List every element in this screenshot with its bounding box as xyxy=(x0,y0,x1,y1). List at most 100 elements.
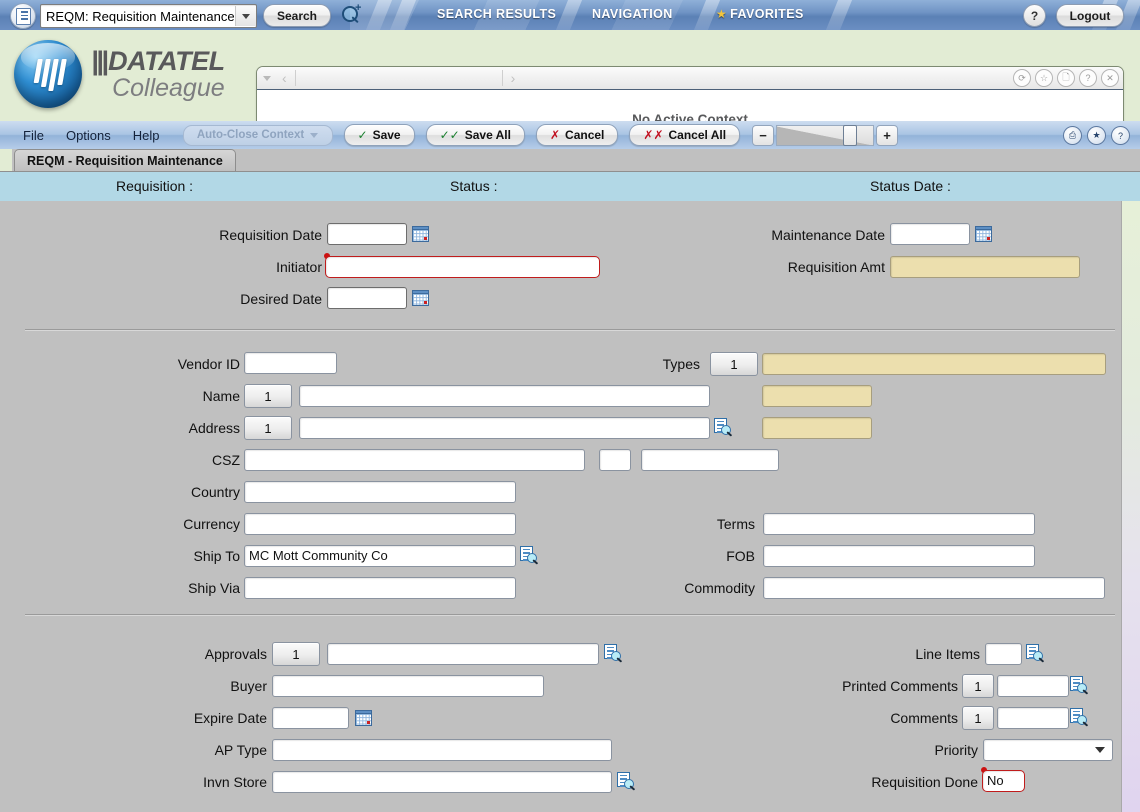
copy-icon[interactable]: 🗋 xyxy=(1057,69,1075,87)
initiator-input[interactable] xyxy=(325,256,600,278)
nav-search-results[interactable]: SEARCH RESULTS xyxy=(437,7,556,23)
help-button[interactable]: ? xyxy=(1023,4,1046,27)
menu-options[interactable]: Options xyxy=(55,128,122,143)
context-next-button[interactable]: › xyxy=(506,70,521,86)
commodity-input[interactable] xyxy=(763,577,1105,599)
desired-date-input[interactable] xyxy=(327,287,407,309)
requisition-date-label: Requisition Date xyxy=(219,227,322,243)
zoom-slider[interactable]: − + xyxy=(752,124,899,146)
context-form-dropdown-arrow[interactable] xyxy=(235,6,256,26)
approvals-input[interactable] xyxy=(327,643,599,665)
topbar-divider-3 xyxy=(555,0,583,30)
approvals-counter[interactable]: 1 xyxy=(272,642,320,666)
currency-input[interactable] xyxy=(244,513,516,535)
status-status-label: Status : xyxy=(450,178,498,194)
maintenance-date-label: Maintenance Date xyxy=(771,227,885,243)
favorite-star-icon[interactable]: ☆ xyxy=(1035,69,1053,87)
search-zoom-icon[interactable]: + xyxy=(341,3,365,26)
ship-to-input[interactable]: MC Mott Community Co xyxy=(244,545,516,567)
cancel-all-button[interactable]: ✗✗ Cancel All xyxy=(629,124,741,146)
cancel-button[interactable]: ✗ Cancel xyxy=(535,124,619,146)
vendor-id-input[interactable] xyxy=(244,352,337,374)
ship-to-label: Ship To xyxy=(193,548,240,564)
zoom-slider-track[interactable] xyxy=(776,124,875,146)
logout-button[interactable]: Logout xyxy=(1056,4,1124,27)
ap-type-input[interactable] xyxy=(272,739,612,761)
detail-lookup-icon[interactable] xyxy=(1026,644,1045,663)
buyer-input[interactable] xyxy=(272,675,544,697)
print-icon[interactable]: ⎙ xyxy=(1063,126,1082,145)
printed-comments-counter[interactable]: 1 xyxy=(962,674,994,698)
close-icon[interactable]: ✕ xyxy=(1101,69,1119,87)
name-secondary-value xyxy=(762,385,872,407)
requisition-done-input[interactable]: No xyxy=(982,770,1025,792)
detail-lookup-icon[interactable] xyxy=(714,418,733,437)
ship-via-input[interactable] xyxy=(244,577,516,599)
country-input[interactable] xyxy=(244,481,516,503)
context-form-select[interactable]: REQM: Requisition Maintenance xyxy=(40,4,257,28)
address-secondary-value xyxy=(762,417,872,439)
document-list-icon xyxy=(10,3,36,29)
csz-city-input[interactable] xyxy=(244,449,585,471)
zoom-slider-thumb[interactable] xyxy=(843,124,858,146)
calendar-icon[interactable] xyxy=(412,290,429,306)
calendar-icon[interactable] xyxy=(975,226,992,242)
search-button[interactable]: Search xyxy=(263,4,331,27)
csz-zip-input[interactable] xyxy=(641,449,779,471)
help-icon[interactable]: ? xyxy=(1079,69,1097,87)
requisition-done-label: Requisition Done xyxy=(871,774,978,790)
priority-label: Priority xyxy=(934,742,978,758)
auto-close-context-dropdown: Auto-Close Context xyxy=(182,124,333,146)
types-counter[interactable]: 1 xyxy=(710,352,758,376)
calendar-icon[interactable] xyxy=(355,710,372,726)
csz-state-input[interactable] xyxy=(599,449,631,471)
terms-label: Terms xyxy=(716,516,755,532)
address-input[interactable] xyxy=(299,417,710,439)
line-items-input[interactable] xyxy=(985,643,1022,665)
nav-navigation[interactable]: NAVIGATION xyxy=(592,7,673,23)
expire-date-input[interactable] xyxy=(272,707,349,729)
context-prev-button[interactable]: ‹ xyxy=(277,70,292,86)
detail-lookup-icon[interactable] xyxy=(604,644,623,663)
ship-via-label: Ship Via xyxy=(188,580,240,596)
zoom-out-button[interactable]: − xyxy=(752,124,775,146)
invn-store-input[interactable] xyxy=(272,771,612,793)
save-button-label: Save xyxy=(372,128,401,142)
name-counter[interactable]: 1 xyxy=(244,384,292,408)
detail-lookup-icon[interactable] xyxy=(1070,676,1089,695)
address-label: Address xyxy=(188,420,240,436)
requisition-date-input[interactable] xyxy=(327,223,407,245)
printed-comments-input[interactable] xyxy=(997,675,1069,697)
detail-lookup-icon[interactable] xyxy=(1070,708,1089,727)
requisition-amt-label: Requisition Amt xyxy=(787,259,885,275)
country-label: Country xyxy=(190,484,240,500)
priority-select[interactable] xyxy=(983,739,1113,761)
x-icon: ✗ xyxy=(549,128,561,142)
terms-input[interactable] xyxy=(763,513,1035,535)
menu-toolbar: File Options Help Auto-Close Context ✓ S… xyxy=(0,121,1140,150)
maintenance-date-input[interactable] xyxy=(890,223,970,245)
context-collapse-icon[interactable] xyxy=(263,75,271,81)
zoom-slider-wedge xyxy=(777,125,874,145)
favorite-star-icon[interactable]: ★ xyxy=(1087,126,1106,145)
calendar-icon[interactable] xyxy=(412,226,429,242)
context-panel-toolbar: ‹ › ⟳ ☆ 🗋 ? ✕ xyxy=(257,67,1123,90)
save-button[interactable]: ✓ Save xyxy=(343,124,415,146)
section-divider-2 xyxy=(25,614,1115,616)
name-input[interactable] xyxy=(299,385,710,407)
comments-input[interactable] xyxy=(997,707,1069,729)
save-all-button[interactable]: ✓✓ Save All xyxy=(425,124,525,146)
menu-help[interactable]: Help xyxy=(122,128,171,143)
comments-counter[interactable]: 1 xyxy=(962,706,994,730)
detail-lookup-icon[interactable] xyxy=(617,772,636,791)
refresh-icon[interactable]: ⟳ xyxy=(1013,69,1031,87)
address-counter[interactable]: 1 xyxy=(244,416,292,440)
help-icon[interactable]: ? xyxy=(1111,126,1130,145)
nav-favorites[interactable]: ★ FAVORITES xyxy=(716,7,804,23)
record-status-row: Requisition : Status : Status Date : xyxy=(0,171,1140,203)
zoom-in-button[interactable]: + xyxy=(876,124,899,146)
fob-input[interactable] xyxy=(763,545,1035,567)
tab-reqm-requisition-maintenance[interactable]: REQM - Requisition Maintenance xyxy=(14,149,236,171)
name-label: Name xyxy=(202,388,240,404)
menu-file[interactable]: File xyxy=(12,128,55,143)
